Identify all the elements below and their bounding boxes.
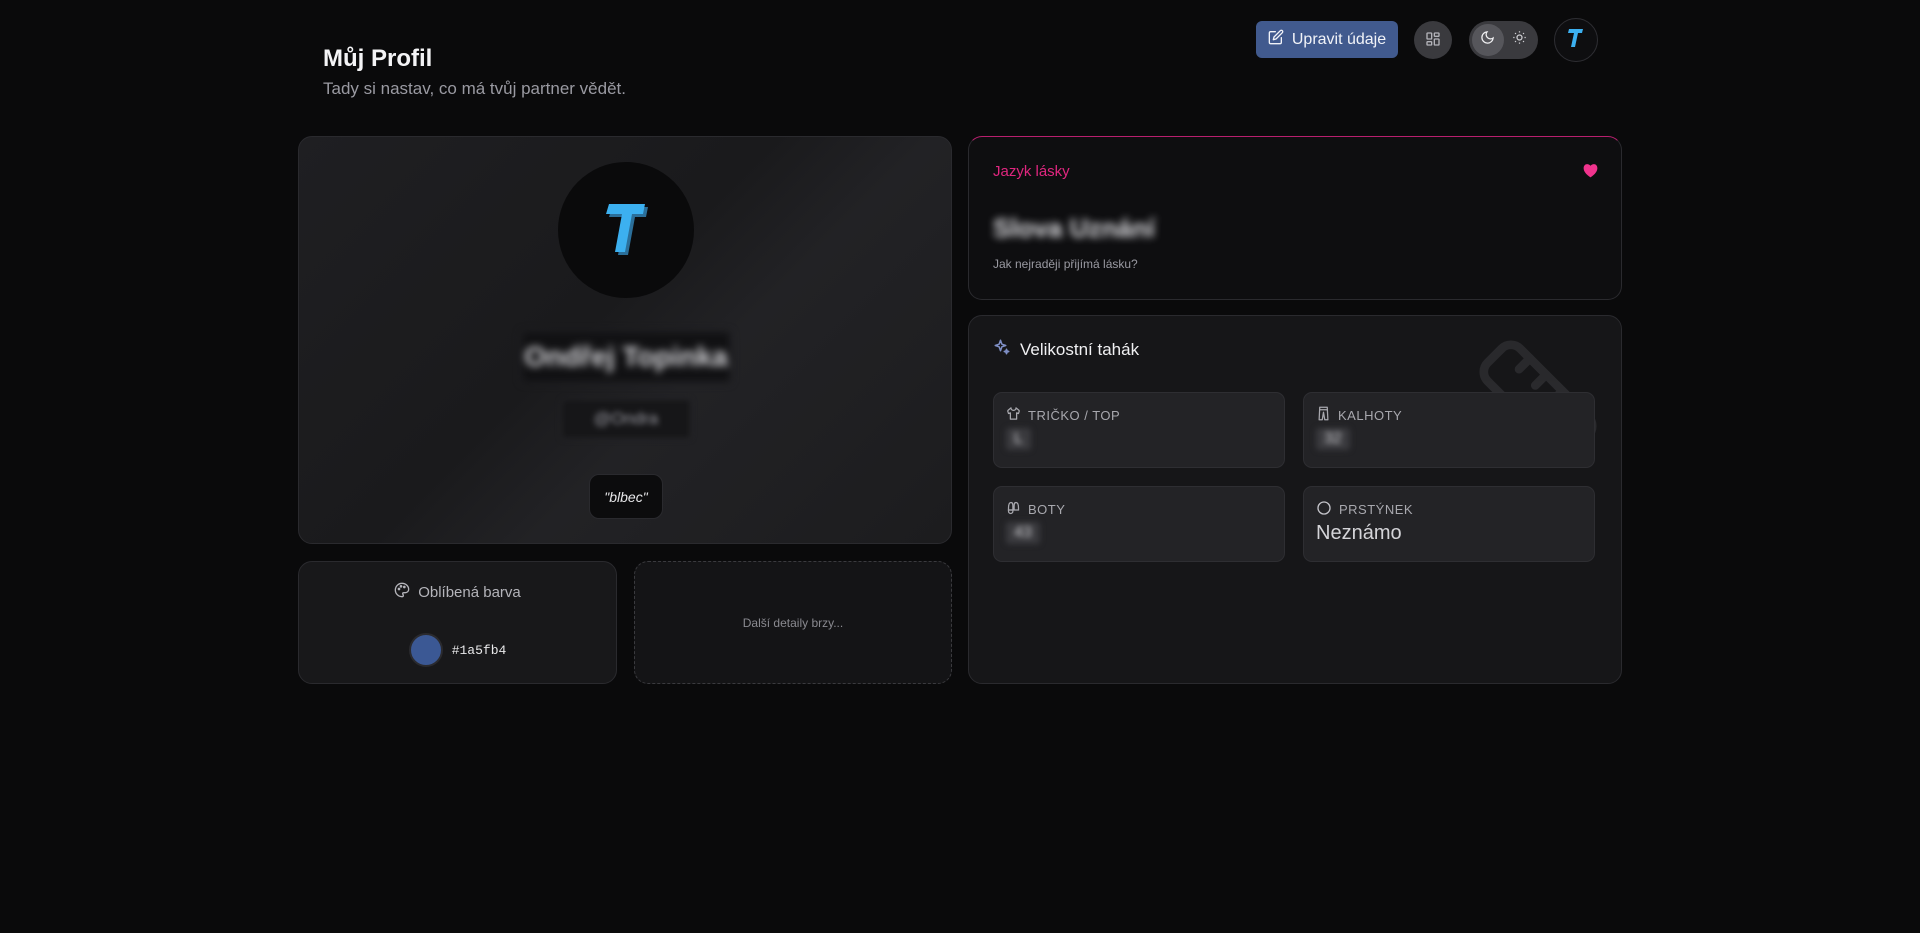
shoe-icon [1006, 500, 1021, 518]
page-title: Můj Profil [323, 45, 433, 72]
color-swatch [408, 633, 443, 667]
size-top-label: TRIČKO / TOP [1028, 407, 1121, 423]
size-shoes-value: 43 [1006, 522, 1040, 544]
love-language-card: Jazyk lásky Slova Uznání Jak nejraději p… [968, 136, 1622, 300]
logo-icon [1568, 27, 1584, 54]
logo-icon [604, 200, 648, 261]
dark-mode-option[interactable] [1472, 24, 1504, 56]
pants-icon [1316, 406, 1331, 424]
page-subtitle: Tady si nastav, co má tvůj partner vědět… [323, 79, 626, 98]
size-pants-value: 32 [1316, 428, 1350, 450]
dashboard-button[interactable] [1414, 21, 1452, 59]
size-cheatsheet-title: Velikostní tahák [1020, 339, 1140, 359]
sun-icon [1512, 30, 1527, 50]
size-ring-label: PRSTÝNEK [1339, 502, 1414, 517]
love-language-label: Jazyk lásky [993, 163, 1070, 180]
size-shoes-label: BOTY [1028, 501, 1066, 517]
love-language-value: Slova Uznání [993, 213, 1155, 243]
favorite-color-header: Oblíbená barva [299, 582, 616, 602]
profile-quote: "blbec" [589, 474, 663, 519]
size-cheatsheet-header: Velikostní tahák [993, 338, 1139, 361]
profile-card: Ondřej Topinka @Ondra "blbec" [298, 136, 952, 544]
edit-profile-label: Upravit údaje [1291, 30, 1387, 48]
color-hex: #1a5fb4 [451, 642, 507, 658]
palette-icon [394, 582, 410, 602]
ring-icon [1316, 500, 1332, 519]
profile-name: Ondřej Topinka [521, 331, 731, 383]
size-tile-label: BOTY [1006, 500, 1065, 518]
more-details-text: Další detaily brzy... [742, 616, 844, 630]
size-tile-pants[interactable]: KALHOTY 32 [1303, 392, 1595, 468]
light-mode-option[interactable] [1504, 24, 1536, 56]
size-ring-value: Neznámo [1316, 522, 1402, 544]
edit-profile-button[interactable]: Upravit údaje [1256, 21, 1398, 58]
sparkles-icon [993, 338, 1011, 361]
profile-avatar[interactable] [558, 162, 694, 298]
size-tile-shoes[interactable]: BOTY 43 [993, 486, 1285, 562]
moon-icon [1480, 30, 1495, 50]
size-cheatsheet-card: Velikostní tahák TRIČKO / TOP L KALHOTY … [968, 315, 1622, 684]
user-avatar-button[interactable] [1554, 18, 1598, 62]
size-top-value: L [1006, 428, 1031, 450]
size-tile-top[interactable]: TRIČKO / TOP L [993, 392, 1285, 468]
size-tile-label: PRSTÝNEK [1316, 500, 1413, 519]
profile-handle: @Ondra [561, 399, 691, 439]
favorite-color-row: #1a5fb4 [299, 633, 616, 667]
shirt-icon [1006, 406, 1021, 424]
favorite-color-label: Oblíbená barva [418, 583, 521, 601]
love-language-caption: Jak nejraději přijímá lásku? [993, 257, 1138, 271]
size-tile-label: TRIČKO / TOP [1006, 406, 1120, 424]
favorite-color-card: Oblíbená barva #1a5fb4 [298, 561, 617, 684]
edit-icon [1268, 29, 1284, 50]
theme-toggle[interactable] [1469, 21, 1538, 59]
size-pants-label: KALHOTY [1338, 407, 1403, 423]
heart-icon [1582, 163, 1599, 183]
size-tile-ring[interactable]: PRSTÝNEK Neznámo [1303, 486, 1595, 562]
size-tile-label: KALHOTY [1316, 406, 1402, 424]
grid-icon [1425, 31, 1441, 50]
more-details-card: Další detaily brzy... [634, 561, 952, 684]
